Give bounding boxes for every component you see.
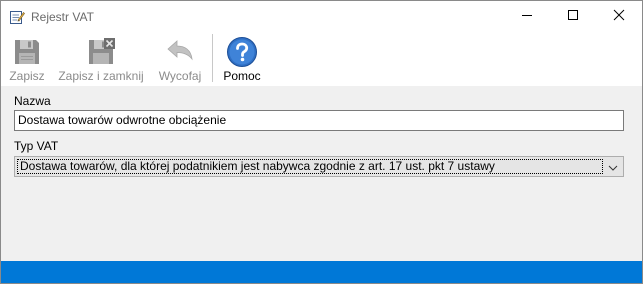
floppy-disk-icon (11, 36, 43, 68)
minimize-button[interactable] (504, 1, 550, 32)
undo-label: Wycofaj (158, 69, 202, 83)
vat-type-select[interactable]: Dostawa towarów, dla której podatnikiem … (14, 156, 624, 177)
vat-type-selected-value: Dostawa towarów, dla której podatnikiem … (17, 159, 603, 174)
toolbar-separator (212, 34, 213, 82)
rejestr-vat-window: Rejestr VAT Zapisz Zapisz i zamknij Wyco… (0, 0, 643, 284)
name-label: Nazwa (14, 94, 51, 108)
maximize-icon (567, 9, 579, 24)
save-button[interactable]: Zapisz (8, 32, 46, 86)
toolbar: Zapisz Zapisz i zamknij Wycofaj Pomoc (1, 32, 642, 86)
help-button[interactable]: Pomoc (220, 32, 264, 86)
help-question-icon (226, 36, 258, 68)
name-field[interactable]: Dostawa towarów odwrotne obciążenie (14, 110, 624, 131)
window-title: Rejestr VAT (31, 10, 94, 24)
save-label: Zapisz (9, 69, 45, 83)
undo-button[interactable]: Wycofaj (155, 32, 205, 86)
close-icon (613, 9, 625, 24)
save-and-close-button[interactable]: Zapisz i zamknij (57, 32, 145, 86)
help-label: Pomoc (223, 69, 261, 83)
close-button[interactable] (596, 1, 642, 32)
vat-type-label: Typ VAT (14, 139, 59, 153)
minimize-icon (521, 9, 533, 24)
status-bar (1, 261, 642, 283)
form-panel: Nazwa Dostawa towarów odwrotne obciążeni… (1, 86, 642, 261)
save-and-close-label: Zapisz i zamknij (58, 69, 144, 83)
undo-arrow-icon (164, 36, 196, 68)
chevron-down-icon[interactable] (608, 162, 618, 172)
title-bar: Rejestr VAT (1, 1, 642, 32)
maximize-button[interactable] (550, 1, 596, 32)
floppy-disk-close-icon (85, 36, 117, 68)
notepad-pencil-icon (9, 9, 25, 25)
